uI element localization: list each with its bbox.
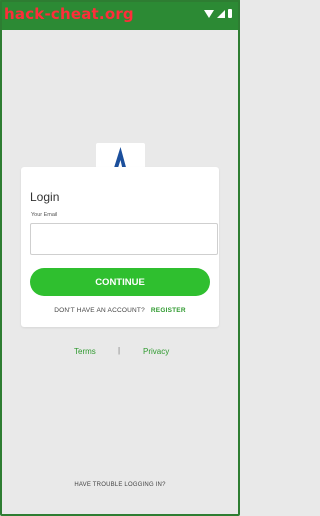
device-frame [0,0,240,516]
